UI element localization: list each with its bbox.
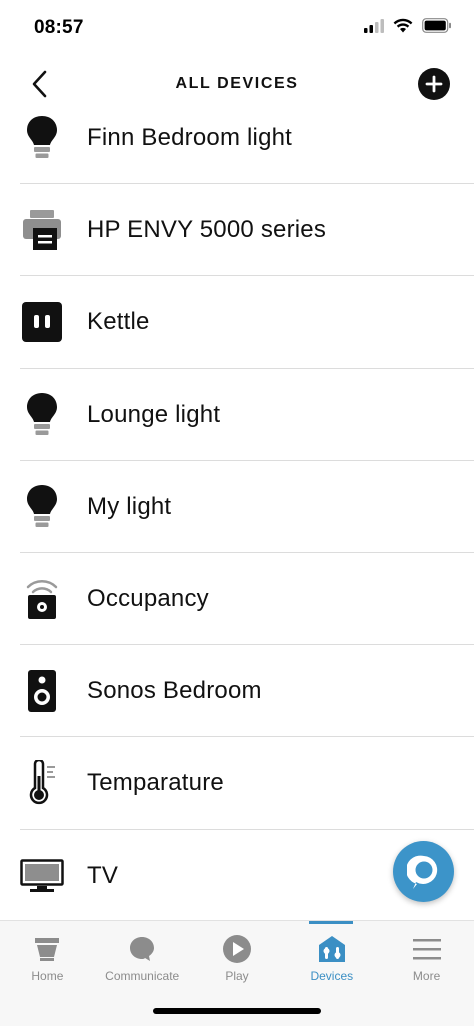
bulb-icon — [20, 390, 64, 440]
status-bar: 08:57 — [0, 0, 474, 56]
thermometer-icon — [20, 758, 64, 808]
device-label: TV — [87, 861, 119, 889]
device-row-sonos-bedroom[interactable]: Sonos Bedroom — [0, 645, 474, 738]
bulb-icon — [20, 482, 64, 532]
home-indicator — [153, 1008, 321, 1014]
home-icon — [31, 933, 63, 965]
play-icon — [221, 933, 253, 965]
tab-devices[interactable]: Devices — [284, 921, 379, 993]
tab-home[interactable]: Home — [0, 921, 95, 993]
tab-communicate[interactable]: Communicate — [95, 921, 190, 993]
device-label: HP ENVY 5000 series — [87, 216, 327, 244]
tv-icon — [20, 851, 64, 901]
alexa-icon — [406, 855, 437, 889]
device-row-kettle[interactable]: Kettle — [0, 276, 474, 369]
bulb-icon — [20, 113, 64, 163]
battery-icon — [422, 18, 451, 33]
device-row-my-light[interactable]: My light — [0, 461, 474, 554]
device-label: My light — [87, 492, 172, 520]
device-label: Sonos Bedroom — [87, 677, 262, 705]
device-row-finn-bedroom-light[interactable]: Finn Bedroom light — [0, 92, 474, 185]
tab-label: More — [412, 969, 441, 983]
tab-more[interactable]: More — [379, 921, 474, 993]
menu-icon — [411, 933, 443, 965]
plus-icon — [425, 75, 443, 93]
cellular-signal-icon — [364, 18, 384, 33]
occupancy-sensor-icon — [20, 574, 64, 624]
device-label: Lounge light — [87, 400, 221, 428]
device-label: Temparature — [87, 769, 224, 797]
page-title: ALL DEVICES — [175, 75, 299, 92]
tab-label: Devices — [310, 969, 354, 983]
device-list: Finn Bedroom light HP ENVY 5000 series K… — [0, 92, 474, 922]
alexa-button[interactable] — [393, 841, 454, 902]
tab-label: Home — [31, 969, 64, 983]
device-label: Occupancy — [87, 585, 209, 613]
status-icons — [364, 18, 452, 33]
device-label: Kettle — [87, 308, 150, 336]
device-row-occupancy[interactable]: Occupancy — [0, 553, 474, 646]
devices-icon — [316, 933, 348, 965]
speaker-icon — [20, 666, 64, 716]
tab-label: Play — [225, 969, 249, 983]
wifi-icon — [393, 18, 413, 33]
chat-bubble-icon — [126, 933, 158, 965]
device-label: Finn Bedroom light — [87, 124, 293, 152]
device-row-temparature[interactable]: Temparature — [0, 737, 474, 830]
device-row-lounge-light[interactable]: Lounge light — [0, 369, 474, 461]
status-time: 08:57 — [34, 17, 84, 38]
tab-label: Communicate — [105, 969, 180, 983]
device-row-hp-envy-5000-series[interactable]: HP ENVY 5000 series — [0, 184, 474, 277]
printer-icon — [20, 205, 64, 255]
smart-plug-icon — [20, 297, 64, 347]
tab-play[interactable]: Play — [190, 921, 285, 993]
